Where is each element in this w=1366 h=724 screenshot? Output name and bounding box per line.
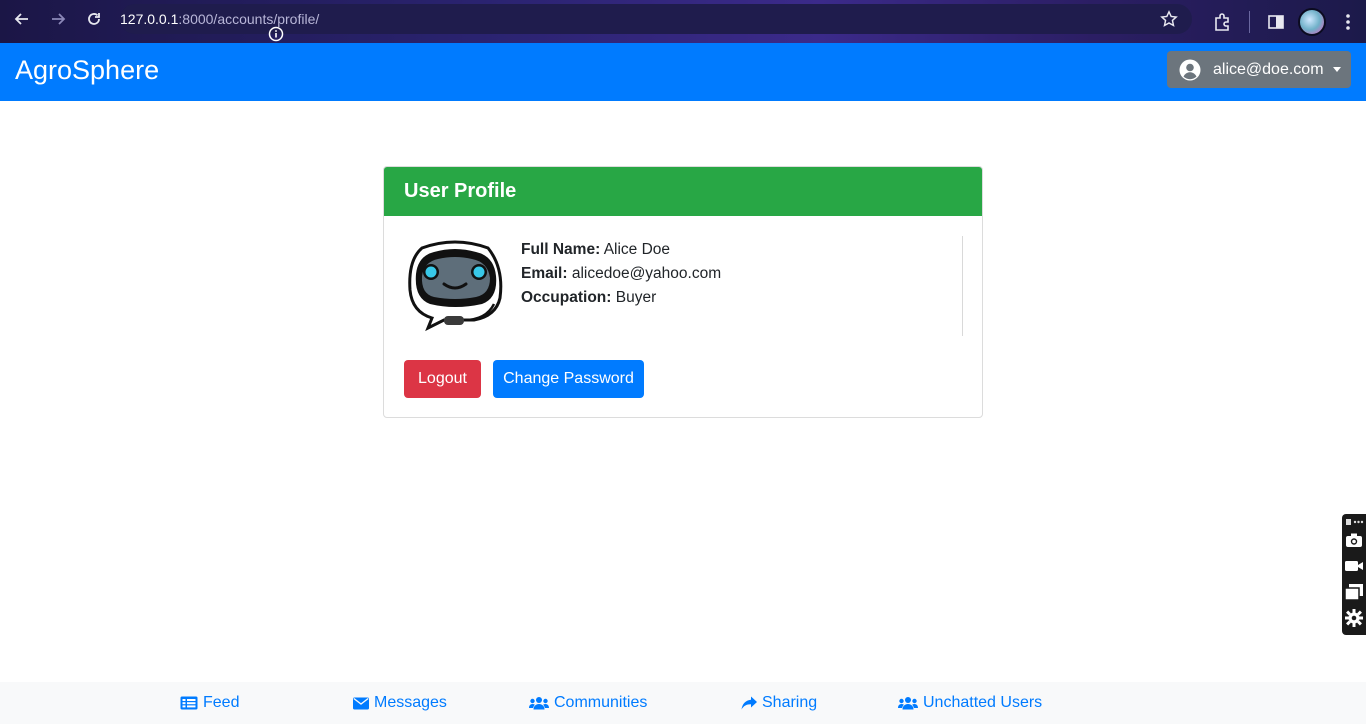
nav-communities-label: Communities (554, 694, 648, 711)
profile-avatar[interactable] (1294, 4, 1330, 40)
extensions-icon[interactable] (1204, 4, 1240, 40)
toolbar-divider (1240, 4, 1258, 40)
nav-feed[interactable]: Feed (180, 693, 239, 713)
bookmark-star-icon[interactable] (1160, 10, 1178, 33)
widget-handle-icon[interactable] (1344, 516, 1364, 528)
change-password-button[interactable]: Change Password (493, 360, 644, 398)
camera-icon[interactable] (1344, 530, 1364, 550)
menu-kebab-icon[interactable] (1330, 4, 1366, 40)
profile-details: Full Name: Alice Doe Email: alicedoe@yah… (521, 238, 721, 310)
email-row: Email: alicedoe@yahoo.com (521, 265, 722, 282)
user-dropdown-button[interactable]: alice@doe.com (1167, 51, 1351, 88)
back-button[interactable] (4, 1, 40, 37)
side-panel-icon[interactable] (1258, 4, 1294, 40)
profile-card: User Profile Full Name: Alice Doe Email:… (383, 166, 983, 418)
nav-messages-label: Messages (374, 694, 447, 711)
nav-communities[interactable]: Communities (529, 693, 647, 713)
site-info-icon[interactable] (261, 26, 291, 42)
card-body: Full Name: Alice Doe Email: alicedoe@yah… (384, 216, 982, 417)
nav-unchatted-users[interactable]: Unchatted Users (898, 693, 1042, 713)
logout-button[interactable]: Logout (404, 360, 481, 398)
app-navbar: AgroSphere alice@doe.com (0, 43, 1366, 101)
forward-button[interactable] (40, 1, 76, 37)
occupation-value: Buyer (615, 289, 657, 306)
nav-feed-label: Feed (203, 694, 240, 711)
nav-sharing-label: Sharing (762, 694, 818, 711)
nav-messages[interactable]: Messages (353, 693, 447, 713)
email-value: alicedoe@yahoo.com (571, 265, 722, 282)
share-icon (741, 696, 757, 710)
robot-avatar-image (408, 240, 503, 332)
vertical-divider (962, 236, 963, 336)
nav-sharing[interactable]: Sharing (741, 693, 817, 713)
full-name-value: Alice Doe (603, 241, 671, 258)
list-icon (180, 696, 198, 710)
screen-capture-widget (1342, 514, 1366, 635)
bottom-nav: Feed Messages Communities Sharing Unchat… (0, 682, 1366, 724)
card-title: User Profile (384, 167, 982, 216)
envelope-icon (353, 697, 369, 709)
full-name-row: Full Name: Alice Doe (521, 241, 671, 258)
window-capture-icon[interactable] (1344, 582, 1364, 602)
url-text: 127.0.0.1:8000/accounts/profile/ (120, 11, 320, 27)
user-circle-icon (1179, 59, 1201, 80)
nav-unchatted-users-label: Unchatted Users (923, 694, 1043, 711)
brand-logo[interactable]: AgroSphere (15, 55, 159, 86)
address-bar[interactable]: 127.0.0.1:8000/accounts/profile/ (120, 4, 1192, 42)
reload-button[interactable] (76, 1, 112, 37)
video-camera-icon[interactable] (1344, 556, 1364, 576)
occupation-row: Occupation: Buyer (521, 289, 657, 306)
caret-down-icon (1332, 67, 1341, 72)
browser-toolbar: 127.0.0.1:8000/accounts/profile/ (0, 0, 1366, 43)
users-icon (529, 697, 549, 710)
users-icon (898, 697, 918, 710)
gear-icon[interactable] (1344, 608, 1364, 628)
user-email-label: alice@doe.com (1213, 60, 1324, 78)
